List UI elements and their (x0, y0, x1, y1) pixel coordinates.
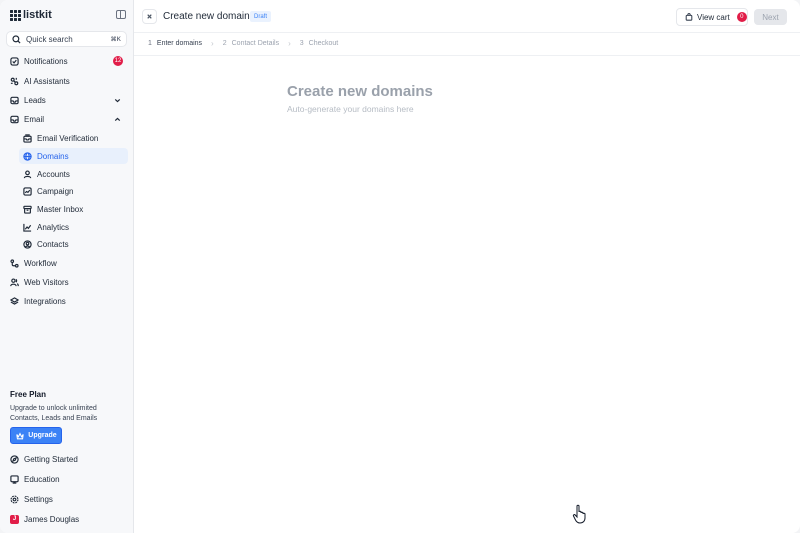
search-icon (12, 34, 21, 44)
user-profile[interactable]: J James Douglas (6, 511, 128, 527)
sidebar-item-label: Getting Started (24, 454, 78, 464)
contact-icon (23, 239, 32, 249)
sparkles-icon (10, 77, 19, 86)
sidebar-item-settings[interactable]: Settings (6, 491, 128, 507)
top-bar: Create new domains Draft View cart 0 Nex… (134, 0, 800, 33)
campaign-icon (23, 186, 32, 196)
close-icon (145, 12, 154, 21)
chevron-right-icon: › (211, 39, 214, 48)
sidebar-item-label: Leads (24, 95, 46, 105)
education-icon (10, 474, 19, 484)
plan-title: Free Plan (10, 390, 47, 399)
sidebar-item-web-visitors[interactable]: Web Visitors (6, 274, 128, 290)
chevron-down-icon[interactable] (113, 96, 122, 105)
sidebar-item-label: Master Inbox (37, 204, 84, 214)
sidebar-item-integrations[interactable]: Integrations (6, 293, 128, 309)
search-shortcut: ⌘K (110, 36, 121, 43)
archive-icon (23, 205, 32, 214)
upgrade-button[interactable]: Upgrade (10, 427, 62, 444)
sidebar-item-label: Notifications (24, 56, 68, 66)
user-name: James Douglas (24, 514, 80, 524)
app-window: listkit Quick search ⌘K Notifications 12… (0, 0, 800, 533)
sidebar-item-email-verification[interactable]: Email Verification (19, 130, 128, 146)
globe-icon (23, 151, 32, 161)
view-cart-button[interactable]: View cart 0 (676, 8, 748, 26)
hand-cursor-icon (572, 504, 586, 524)
step-number: 2 (222, 40, 227, 47)
sidebar-item-ai-assistants[interactable]: AI Assistants (6, 73, 128, 89)
sidebar-item-label: Email Verification (37, 133, 99, 143)
upgrade-label: Upgrade (28, 432, 57, 439)
step-label: Checkout (308, 40, 339, 47)
users-icon (23, 169, 32, 179)
step-number: 1 (148, 40, 152, 47)
sidebar-item-label: Web Visitors (24, 277, 69, 287)
compass-icon (10, 454, 19, 464)
close-button[interactable] (142, 9, 157, 24)
shopping-bag-icon (684, 13, 693, 22)
sidebar-item-master-inbox[interactable]: Master Inbox (19, 201, 128, 217)
step-label: Contact Details (231, 40, 280, 47)
sidebar-item-workflow[interactable]: Workflow (6, 255, 128, 271)
sidebar-item-domains[interactable]: Domains (19, 148, 128, 164)
plan-card: Free Plan Upgrade to unlock unlimited Co… (10, 390, 125, 424)
sidebar-item-email[interactable]: Email (6, 111, 128, 127)
sidebar-item-label: Analytics (37, 222, 70, 232)
sidebar-item-label: AI Assistants (24, 76, 70, 86)
main-title: Create new domains (287, 83, 433, 100)
checkbox-icon (10, 56, 19, 66)
chart-icon (23, 223, 32, 232)
mail-icon (10, 115, 19, 124)
visitors-icon (10, 277, 19, 287)
sidebar-item-label: Campaign (37, 186, 74, 196)
sidebar-item-education[interactable]: Education (6, 471, 128, 487)
sidebar-item-label: Education (24, 474, 60, 484)
view-cart-label: View cart (697, 12, 730, 22)
sidebar-collapse-icon[interactable] (116, 10, 126, 19)
mailbox-icon (23, 133, 32, 143)
chevron-up-icon[interactable] (113, 115, 122, 124)
main-subtitle: Auto-generate your domains here (287, 104, 414, 114)
sidebar-item-notifications[interactable]: Notifications 12 (6, 53, 128, 69)
brand-name: listkit (23, 9, 52, 21)
stepper: 1 Enter domains › 2 Contact Details › 3 … (148, 39, 338, 48)
notifications-badge: 12 (113, 56, 123, 66)
quick-search[interactable]: Quick search ⌘K (6, 31, 127, 47)
step-contact-details[interactable]: 2 Contact Details (223, 40, 279, 47)
next-button[interactable]: Next (754, 9, 787, 25)
logo-icon (10, 9, 21, 21)
sidebar-item-label: Accounts (37, 169, 70, 179)
step-enter-domains[interactable]: 1 Enter domains (148, 40, 202, 47)
sidebar-item-analytics[interactable]: Analytics (19, 219, 128, 235)
sidebar-item-label: Workflow (24, 258, 57, 268)
cart-count-badge: 0 (736, 12, 747, 22)
sidebar-item-accounts[interactable]: Accounts (19, 166, 128, 182)
sidebar-item-label: Integrations (24, 296, 66, 306)
brand-logo[interactable]: listkit (10, 9, 52, 21)
gear-icon (10, 494, 19, 504)
status-badge: Draft (250, 11, 272, 22)
sidebar-item-label: Contacts (37, 239, 69, 249)
plan-description: Upgrade to unlock unlimited Contacts, Le… (10, 405, 98, 422)
sidebar-item-leads[interactable]: Leads (6, 92, 128, 108)
divider (134, 55, 800, 56)
sidebar-item-campaign[interactable]: Campaign (19, 183, 128, 199)
step-number: 3 (299, 40, 304, 47)
sidebar: listkit Quick search ⌘K Notifications 12… (0, 0, 134, 533)
workflow-icon (10, 258, 19, 268)
page-title: Create new domains (163, 11, 255, 22)
sidebar-item-contacts[interactable]: Contacts (19, 236, 128, 252)
avatar: J (10, 514, 19, 524)
sidebar-item-label: Domains (37, 151, 69, 161)
layers-icon (10, 296, 19, 306)
step-checkout[interactable]: 3 Checkout (300, 40, 338, 47)
search-label: Quick search (26, 34, 73, 44)
inbox-icon (10, 96, 19, 105)
chevron-right-icon: › (288, 39, 291, 48)
crown-icon (15, 431, 24, 440)
sidebar-item-getting-started[interactable]: Getting Started (6, 451, 128, 467)
sidebar-item-label: Settings (24, 494, 53, 504)
sidebar-item-label: Email (24, 114, 45, 124)
step-label: Enter domains (156, 40, 203, 47)
